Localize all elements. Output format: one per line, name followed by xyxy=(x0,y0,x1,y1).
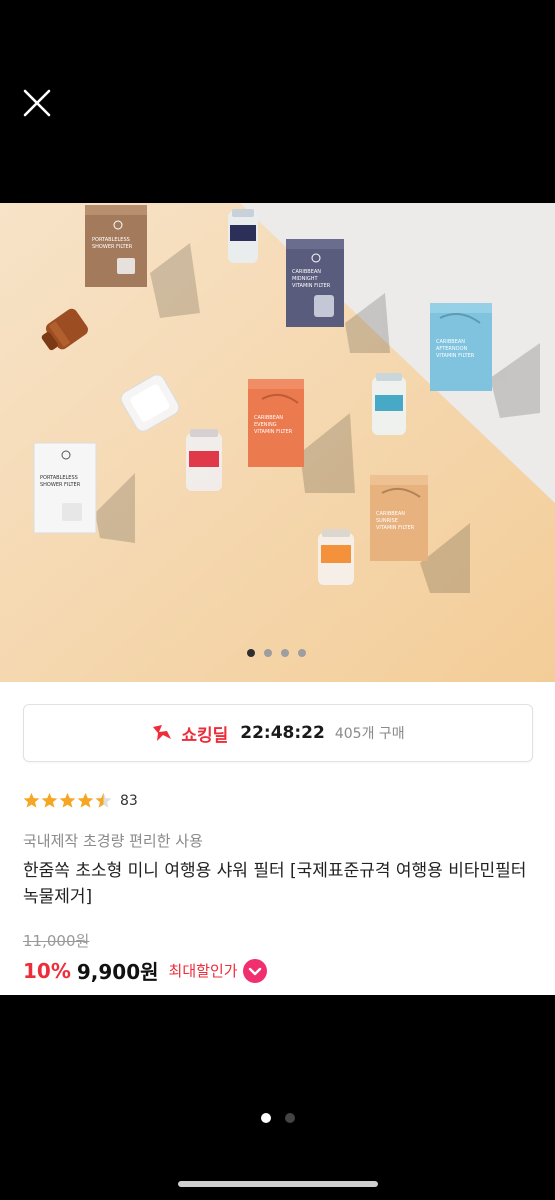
package-text: CARIBBEAN xyxy=(254,415,283,421)
product-photo: PORTABLELESS SHOWER FILTER CARIBBEAN MID… xyxy=(0,203,555,682)
purchase-count: 405개 구매 xyxy=(334,726,405,742)
package-text: PORTABLELESS xyxy=(92,237,130,243)
viewer-page-dots[interactable] xyxy=(0,1113,555,1123)
shocking-deal-icon xyxy=(153,725,172,741)
package-text: SHOWER FILTER xyxy=(92,244,133,250)
package-text: AFTERNOON xyxy=(436,346,468,352)
package-text: VITAMIN FILTER xyxy=(292,283,331,289)
package-text: CARIBBEAN xyxy=(292,269,321,275)
package-caribbean-evening: CARIBBEAN EVENING VITAMIN FILTER xyxy=(248,379,304,467)
package-text: PORTABLELESS xyxy=(40,475,78,481)
product-subtitle: 국내제작 초경량 편리한 사용 xyxy=(23,832,203,850)
carousel-dot-1[interactable] xyxy=(247,649,255,657)
sale-price: 9,900원 xyxy=(76,960,159,984)
product-title: 한줌쏙 초소형 미니 여행용 샤워 필터 [국제표준규격 여행용 비타민필터 녹… xyxy=(23,861,527,907)
close-button[interactable] xyxy=(20,86,54,120)
deal-label: 쇼킹딜 xyxy=(181,725,229,746)
shocking-deal-bar[interactable]: 쇼킹딜 22:48:22 405개 구매 xyxy=(23,704,533,762)
chevron-down-icon[interactable] xyxy=(242,958,267,983)
package-text: CARIBBEAN xyxy=(376,511,405,517)
price-row: 10% 9,900원 최대할인가 xyxy=(23,956,267,985)
package-caribbean-sunrise: CARIBBEAN SUNRISE VITAMIN FILTER xyxy=(370,475,428,561)
rating-row[interactable]: 83 xyxy=(23,792,138,809)
product-info-card[interactable]: 쇼킹딜 22:48:22 405개 구매 83 국내제작 초경량 편리한 사용 … xyxy=(0,682,555,995)
filter-navy xyxy=(228,209,258,263)
package-text: VITAMIN FILTER xyxy=(376,525,415,531)
star-full-icon xyxy=(77,792,94,808)
original-price: 11,000원 xyxy=(23,932,90,950)
package-caribbean-afternoon: CARIBBEAN AFTERNOON VITAMIN FILTER xyxy=(430,303,492,391)
close-icon xyxy=(23,89,51,117)
package-text: CARIBBEAN xyxy=(436,339,465,345)
package-text: EVENING xyxy=(254,422,277,428)
package-text: VITAMIN FILTER xyxy=(436,353,475,359)
star-half-icon xyxy=(95,792,112,808)
package-portable-brown: PORTABLELESS SHOWER FILTER xyxy=(85,205,147,287)
viewer-dot-2[interactable] xyxy=(284,1113,295,1123)
review-count: 83 xyxy=(120,792,138,809)
star-full-icon xyxy=(59,792,76,808)
discount-rate: 10% xyxy=(23,958,71,983)
carousel-dot-3[interactable] xyxy=(281,649,289,657)
filter-sky-blue xyxy=(372,373,406,435)
viewer-dot-1[interactable] xyxy=(260,1113,271,1123)
star-full-icon xyxy=(23,792,40,808)
filter-red xyxy=(186,429,222,491)
filter-orange xyxy=(318,529,354,585)
rating-stars xyxy=(23,792,112,809)
star-full-icon xyxy=(41,792,58,808)
max-discount-link[interactable]: 최대할인가 xyxy=(169,960,238,981)
package-text: VITAMIN FILTER xyxy=(254,429,293,435)
package-caribbean-midnight: CARIBBEAN MIDNIGHT VITAMIN FILTER xyxy=(286,239,344,327)
package-portable-white: PORTABLELESS SHOWER FILTER xyxy=(33,442,97,534)
package-text: SUNRISE xyxy=(376,518,398,524)
product-image[interactable]: PORTABLELESS SHOWER FILTER CARIBBEAN MID… xyxy=(0,203,555,682)
package-text: SHOWER FILTER xyxy=(40,482,81,488)
package-text: MIDNIGHT xyxy=(292,276,318,282)
deal-timer: 22:48:22 xyxy=(240,723,325,743)
home-indicator[interactable] xyxy=(178,1181,378,1187)
carousel-dot-4[interactable] xyxy=(298,649,306,657)
carousel-dot-2[interactable] xyxy=(264,649,272,657)
